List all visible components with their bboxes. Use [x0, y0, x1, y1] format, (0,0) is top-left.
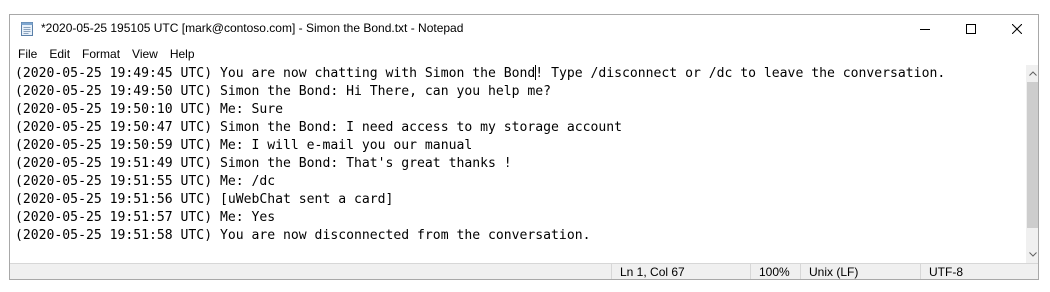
chevron-up-icon [1029, 71, 1037, 76]
text-line: (2020-05-25 19:51:57 UTC) Me: Yes [15, 210, 276, 225]
line-endings: Unix (LF) [800, 264, 909, 279]
menu-file[interactable]: File [12, 44, 43, 64]
encoding: UTF-8 [920, 264, 1038, 279]
minimize-icon [920, 29, 930, 30]
zoom-level: 100% [750, 264, 799, 279]
text-line: (2020-05-25 19:49:45 UTC) You are now ch… [10, 65, 1026, 83]
vertical-scrollbar[interactable] [1026, 65, 1038, 263]
text-line-segment: ! Type /disconnect or /dc to leave the c… [535, 66, 946, 81]
text-line: (2020-05-25 19:51:56 UTC) [uWebChat sent… [15, 192, 394, 207]
maximize-icon [966, 24, 976, 34]
minimize-button[interactable] [902, 15, 948, 43]
text-line: (2020-05-25 19:51:55 UTC) Me: /dc [15, 174, 276, 189]
notepad-icon [20, 21, 34, 36]
menu-edit[interactable]: Edit [43, 44, 76, 64]
text-line: (2020-05-25 19:50:59 UTC) Me: I will e-m… [15, 138, 473, 153]
menu-help[interactable]: Help [164, 44, 201, 64]
menu-bar: File Edit Format View Help [10, 44, 201, 64]
title-bar[interactable]: *2020-05-25 195105 UTC [mark@contoso.com… [10, 15, 1038, 43]
text-line: (2020-05-25 19:51:49 UTC) Simon the Bond… [15, 156, 512, 171]
scroll-up-button[interactable] [1026, 65, 1038, 82]
text-line: (2020-05-25 19:51:58 UTC) You are now di… [15, 228, 591, 243]
text-line: (2020-05-25 19:49:50 UTC) Simon the Bond… [15, 84, 552, 99]
notepad-window: *2020-05-25 195105 UTC [mark@contoso.com… [9, 14, 1039, 280]
window-title: *2020-05-25 195105 UTC [mark@contoso.com… [41, 21, 464, 35]
maximize-button[interactable] [948, 15, 994, 43]
menu-view[interactable]: View [126, 44, 164, 64]
status-bar: Ln 1, Col 67 100% Unix (LF) UTF-8 [10, 263, 1038, 279]
scrollbar-thumb[interactable] [1027, 82, 1038, 228]
scroll-down-button[interactable] [1026, 246, 1038, 263]
text-line: (2020-05-25 19:50:10 UTC) Me: Sure [15, 102, 284, 117]
text-editor[interactable]: (2020-05-25 19:49:45 UTC) You are now ch… [10, 65, 1026, 263]
text-line: (2020-05-25 19:50:47 UTC) Simon the Bond… [15, 120, 622, 135]
chevron-down-icon [1029, 252, 1037, 257]
close-icon [1012, 24, 1022, 34]
menu-format[interactable]: Format [76, 44, 126, 64]
text-line-segment: (2020-05-25 19:49:45 UTC) You are now ch… [15, 66, 536, 81]
cursor-position: Ln 1, Col 67 [611, 264, 740, 279]
close-button[interactable] [994, 15, 1038, 43]
